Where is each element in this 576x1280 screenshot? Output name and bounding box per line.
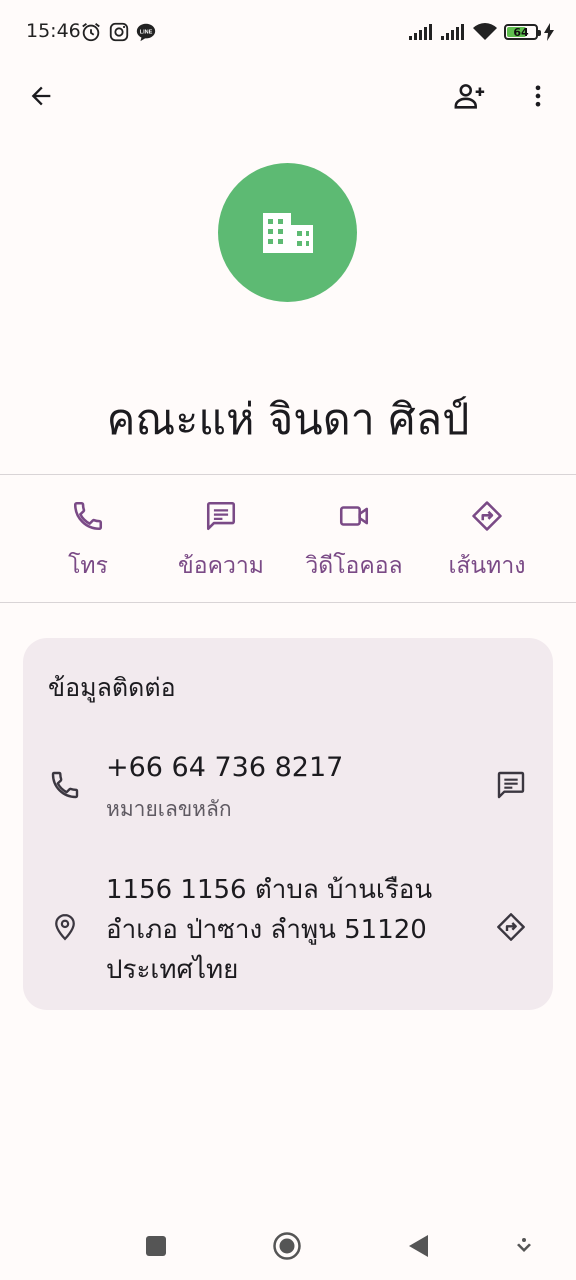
back-arrow-icon[interactable] [17, 72, 65, 120]
back-icon[interactable] [398, 1226, 438, 1266]
wifi-icon [473, 23, 497, 40]
contact-name: คณะแห่ จินดา ศิลป์ [106, 395, 470, 445]
battery-icon: 64 [504, 24, 541, 40]
videocam-icon [334, 496, 374, 536]
location-icon [45, 907, 85, 947]
directions-icon [467, 496, 507, 536]
phone-icon [68, 496, 108, 536]
battery-level: 64 [513, 25, 529, 39]
add-contact-icon[interactable] [446, 72, 494, 120]
status-right-icons: 64 [408, 20, 554, 44]
video-call-action-button[interactable]: วิดีโอคอล [288, 496, 420, 586]
divider [0, 474, 576, 475]
alarm-icon [82, 23, 100, 42]
charging-icon [544, 23, 554, 41]
status-bar: 15:46 LINE 64 [0, 0, 576, 64]
address[interactable]: 1156 1156 ตำบล บ้านเรือน อำเภอ ป่าซาง ลำ… [106, 870, 466, 990]
signal-icon [441, 24, 464, 40]
directions-icon[interactable] [491, 907, 531, 947]
avatar [218, 163, 357, 302]
video-call-label: วิดีโอคอล [305, 553, 403, 579]
call-action-button[interactable]: โทร [22, 496, 154, 586]
status-time: 15:46 [26, 20, 81, 42]
phone-icon [45, 765, 85, 805]
svg-text:LINE: LINE [140, 29, 153, 35]
business-icon [262, 212, 313, 253]
signal-icon [409, 24, 432, 40]
message-icon [201, 496, 241, 536]
message-icon[interactable] [491, 765, 531, 805]
recents-icon[interactable] [136, 1226, 176, 1266]
home-icon[interactable] [267, 1226, 307, 1266]
call-label: โทร [68, 553, 108, 579]
more-vert-icon[interactable] [514, 72, 562, 120]
keyboard-hide-icon[interactable] [504, 1226, 544, 1266]
contact-info-title: ข้อมูลติดต่อ [48, 673, 176, 702]
message-action-button[interactable]: ข้อความ [155, 496, 287, 586]
address-line-1: 1156 1156 ตำบล บ้านเรือน [106, 875, 433, 905]
address-line-2: อำเภอ ป่าซาง ลำพูน 51120 [106, 915, 427, 945]
message-label: ข้อความ [178, 553, 264, 579]
directions-label: เส้นทาง [448, 553, 526, 579]
phone-number[interactable]: +66 64 736 8217 [106, 752, 343, 783]
line-icon: LINE [136, 23, 156, 42]
divider [0, 602, 576, 603]
phone-type: หมายเลขหลัก [106, 797, 232, 821]
directions-action-button[interactable]: เส้นทาง [421, 496, 553, 586]
address-line-3: ประเทศไทย [106, 955, 239, 985]
instagram-icon [109, 22, 129, 42]
